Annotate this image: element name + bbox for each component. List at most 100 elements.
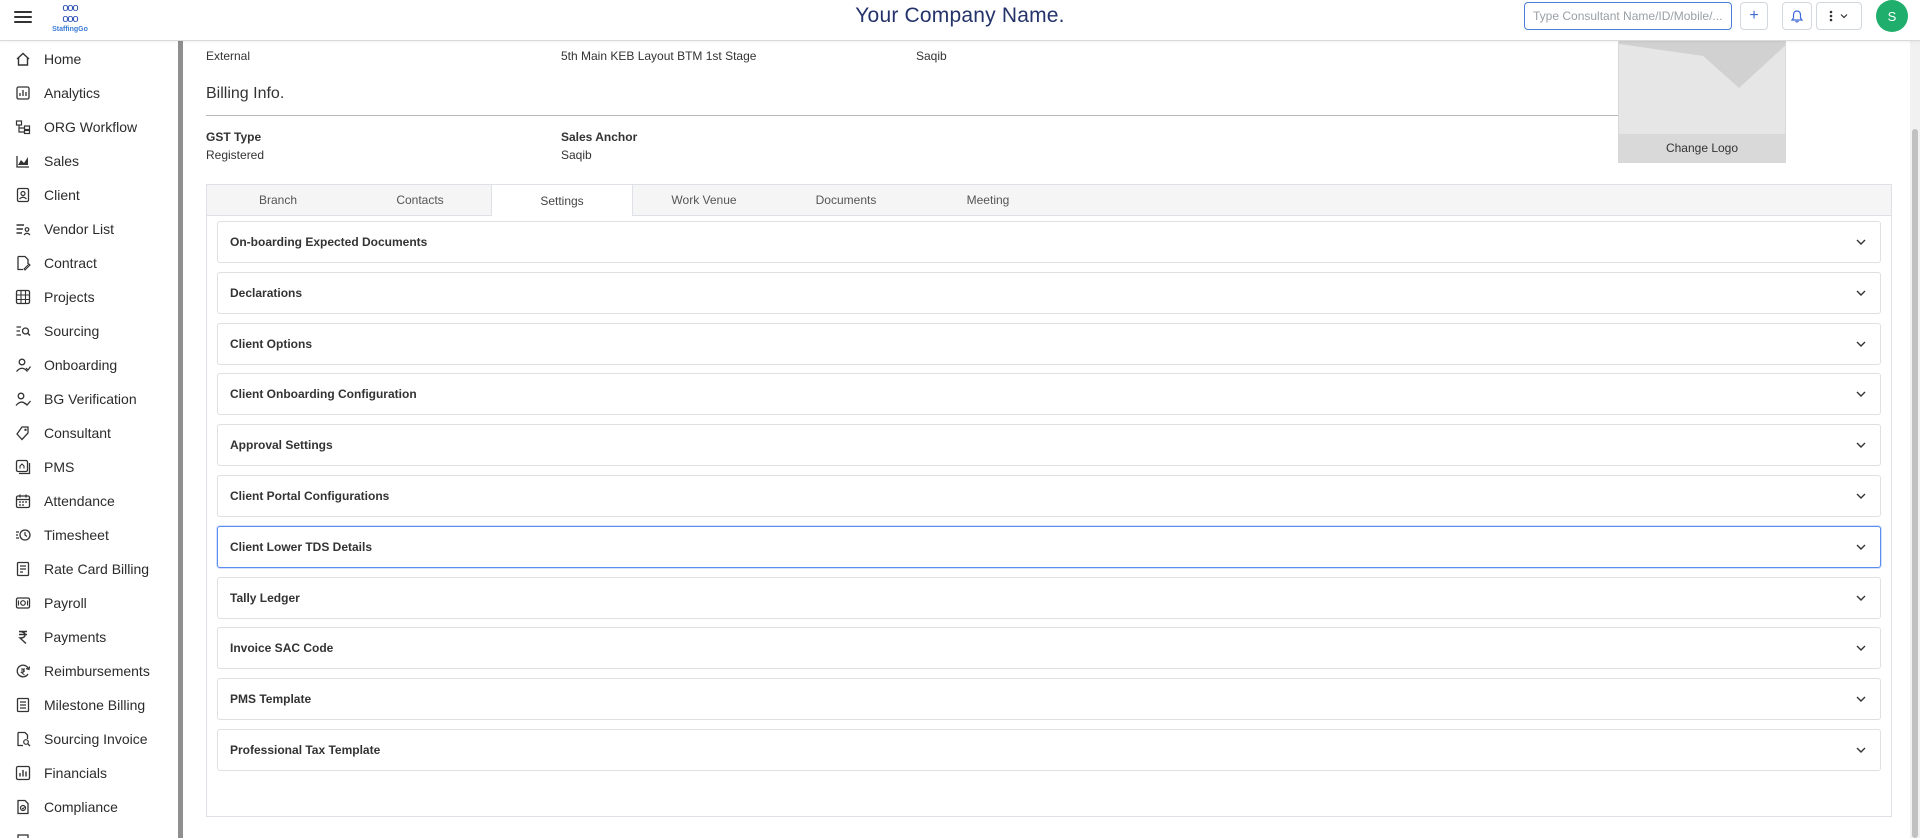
sidebar-item-timesheet[interactable]: Timesheet: [0, 518, 178, 552]
sidebar-item-consultant[interactable]: Consultant: [0, 416, 178, 450]
tab-contacts[interactable]: Contacts: [349, 185, 491, 215]
accordion-title: Invoice SAC Code: [230, 641, 334, 656]
user-avatar[interactable]: S: [1876, 0, 1908, 32]
sidebar-item-home[interactable]: Home: [0, 42, 178, 76]
accordion-title: Client Lower TDS Details: [230, 539, 373, 554]
accordion-professional-tax-template[interactable]: Professional Tax Template: [217, 729, 1881, 771]
projects-icon: [15, 289, 31, 305]
accordion-client-portal-configurations[interactable]: Client Portal Configurations: [217, 475, 1881, 517]
client-icon: [15, 187, 31, 203]
sidebar-item-milestone-billing[interactable]: Milestone Billing: [0, 688, 178, 722]
chevron-down-icon[interactable]: [1854, 743, 1868, 757]
client-address-value: 5th Main KEB Layout BTM 1st Stage: [561, 49, 757, 63]
tab-work-venue[interactable]: Work Venue: [633, 185, 775, 215]
accordion-client-lower-tds-details[interactable]: Client Lower TDS Details: [217, 525, 1881, 568]
sidebar-item-org-workflow[interactable]: ORG Workflow: [0, 110, 178, 144]
sidebar-item-attendance[interactable]: Attendance: [0, 484, 178, 518]
tab-branch[interactable]: Branch: [207, 185, 349, 215]
vendor-list-icon: [15, 221, 31, 237]
add-button[interactable]: +: [1740, 2, 1768, 30]
client-logo-placeholder: Change Logo: [1618, 41, 1786, 163]
accordion-title: On-boarding Expected Documents: [230, 235, 428, 249]
tab-bar: Branch Contacts Settings Work Venue Document…: [207, 185, 1891, 216]
sidebar-item-payments[interactable]: Payments: [0, 620, 178, 654]
chevron-down-icon[interactable]: [1854, 489, 1868, 503]
accordion-client-onboarding-configuration[interactable]: Client Onboarding Configuration: [217, 373, 1881, 416]
consultant-search-input[interactable]: [1524, 2, 1732, 30]
chevron-down-icon[interactable]: [1854, 641, 1868, 655]
sidebar-item-label: Consultant: [44, 425, 111, 441]
sidebar-item-sales[interactable]: Sales: [0, 144, 178, 178]
rupee-icon: [15, 629, 31, 645]
sidebar-item-next[interactable]: [0, 824, 178, 838]
chevron-down-icon[interactable]: [1854, 235, 1868, 249]
sidebar-item-projects[interactable]: Projects: [0, 280, 178, 314]
more-options-button[interactable]: [1816, 2, 1862, 30]
main-content: External 5th Main KEB Layout BTM 1st Sta…: [183, 41, 1920, 838]
sidebar-item-label: Sourcing: [44, 323, 100, 339]
sidebar-item-contract[interactable]: Contract: [0, 246, 178, 280]
sidebar-item-label: Contract: [44, 255, 97, 271]
accordion-invoice-sac-code[interactable]: Invoice SAC Code: [217, 627, 1881, 670]
milestone-icon: [15, 697, 31, 713]
bell-icon: [1791, 9, 1803, 23]
gst-type-value: Registered: [206, 148, 265, 162]
consultant-icon: [15, 425, 31, 441]
page-scrollbar-thumb[interactable]: [1912, 129, 1918, 838]
chevron-down-icon[interactable]: [1854, 540, 1868, 554]
page-scrollbar[interactable]: [1910, 41, 1920, 838]
change-logo-button[interactable]: Change Logo: [1619, 134, 1785, 162]
accordion-declarations[interactable]: Declarations: [217, 271, 1881, 314]
image-placeholder-icon: [1619, 41, 1785, 136]
accordion-title: Professional Tax Template: [230, 743, 381, 757]
sidebar-item-reimbursements[interactable]: Reimbursements: [0, 654, 178, 688]
timesheet-icon: [15, 527, 31, 543]
sidebar-item-vendor-list[interactable]: Vendor List: [0, 212, 178, 246]
chevron-down-icon[interactable]: [1854, 591, 1868, 605]
sidebar-item-onboarding[interactable]: Onboarding: [0, 348, 178, 382]
chevron-down-icon[interactable]: [1854, 286, 1868, 300]
sidebar-item-rate-card-billing[interactable]: Rate Card Billing: [0, 552, 178, 586]
sidebar-item-compliance[interactable]: Compliance: [0, 790, 178, 824]
sidebar-item-label: ORG Workflow: [44, 119, 138, 135]
chevron-down-icon[interactable]: [1854, 337, 1868, 351]
sales-icon: [15, 153, 31, 169]
sidebar-item-label: Sourcing Invoice: [44, 731, 148, 747]
payroll-icon: [15, 595, 31, 611]
chevron-down-icon[interactable]: [1854, 438, 1868, 452]
chevron-down-icon: [1840, 14, 1848, 19]
sidebar-item-bg-verification[interactable]: BG Verification: [0, 382, 178, 416]
chevron-down-icon[interactable]: [1854, 692, 1868, 706]
home-icon: [15, 51, 31, 67]
accordion-tally-ledger[interactable]: Tally Ledger: [217, 576, 1881, 619]
tab-meeting[interactable]: Meeting: [917, 185, 1059, 215]
accordion-title: Declarations: [230, 285, 303, 300]
sourcing-icon: [15, 323, 31, 339]
sidebar-item-sourcing-invoice[interactable]: Sourcing Invoice: [0, 722, 178, 756]
tab-settings[interactable]: Settings: [491, 185, 633, 216]
sidebar-item-label: Milestone Billing: [44, 697, 146, 713]
sidebar-item-pms[interactable]: PMS: [0, 450, 178, 484]
contract-icon: [15, 255, 31, 271]
workflow-icon: [15, 119, 31, 135]
sidebar-item-label: Financials: [44, 765, 108, 781]
accordion-approval-settings[interactable]: Approval Settings: [217, 424, 1881, 467]
sidebar-item-label: Payments: [44, 629, 107, 645]
sidebar-item-analytics[interactable]: Analytics: [0, 76, 178, 110]
sidebar-item-sourcing[interactable]: Sourcing: [0, 314, 178, 348]
client-type-value: External: [206, 49, 251, 63]
sidebar-item-label: Reimbursements: [44, 663, 150, 679]
accordion-client-options[interactable]: Client Options: [217, 322, 1881, 365]
notifications-button[interactable]: [1782, 2, 1812, 30]
chevron-down-icon[interactable]: [1854, 387, 1868, 401]
sidebar-item-payroll[interactable]: Payroll: [0, 586, 178, 620]
type-label-cut: [206, 41, 246, 42]
sidebar-item-label: Vendor List: [44, 221, 115, 237]
sidebar-item-client[interactable]: Client: [0, 178, 178, 212]
accordion-pms-template[interactable]: PMS Template: [217, 678, 1881, 721]
tab-documents[interactable]: Documents: [775, 185, 917, 215]
accordion-on-boarding-expected-documents[interactable]: On-boarding Expected Documents: [217, 221, 1881, 263]
sidebar-item-financials[interactable]: Financials: [0, 756, 178, 790]
sidebar-item-label: Analytics: [44, 85, 101, 101]
accordion-title: Client Options: [230, 336, 312, 351]
